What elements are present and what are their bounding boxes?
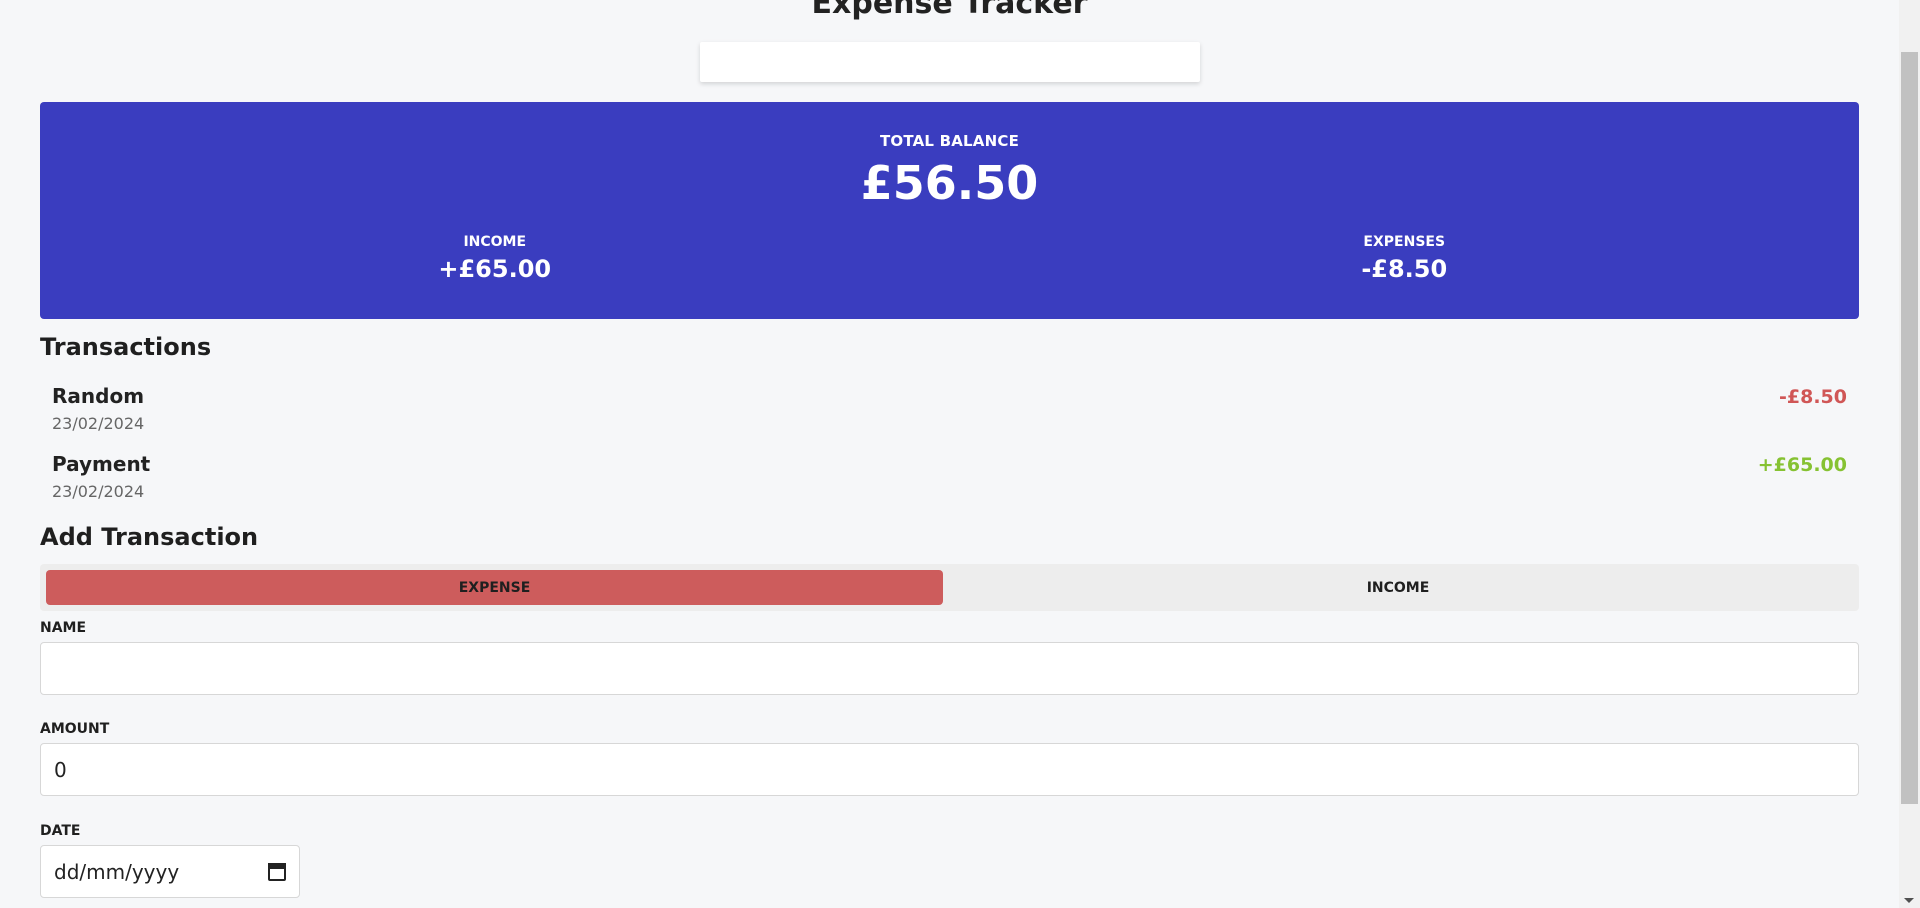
expenses-amount: -£8.50 bbox=[1361, 255, 1448, 283]
calendar-icon[interactable] bbox=[268, 862, 286, 881]
expenses-summary: EXPENSES -£8.50 bbox=[950, 234, 1860, 283]
top-panel bbox=[700, 42, 1200, 82]
income-label: INCOME bbox=[463, 234, 527, 250]
amount-label: AMOUNT bbox=[40, 721, 110, 737]
add-transaction-heading: Add Transaction bbox=[40, 523, 259, 551]
scroll-down-arrow-icon[interactable] bbox=[1904, 898, 1914, 903]
page-title: Expense Tracker bbox=[811, 0, 1088, 21]
income-amount: +£65.00 bbox=[438, 255, 552, 283]
balance-card: TOTAL BALANCE £56.50 INCOME +£65.00 EXPE… bbox=[40, 102, 1859, 319]
transaction-type-toggle: EXPENSE INCOME bbox=[40, 564, 1859, 611]
vertical-scrollbar[interactable] bbox=[1899, 0, 1920, 908]
total-balance-amount: £56.50 bbox=[860, 156, 1039, 210]
expenses-label: EXPENSES bbox=[1363, 234, 1446, 250]
scrollbar-thumb[interactable] bbox=[1901, 52, 1918, 804]
date-input[interactable]: dd/mm/yyyy bbox=[40, 845, 300, 898]
expense-toggle-button[interactable]: EXPENSE bbox=[46, 570, 943, 605]
total-balance-label: TOTAL BALANCE bbox=[879, 132, 1020, 150]
transaction-name: Random bbox=[52, 384, 145, 408]
expense-tracker-page: Expense Tracker TOTAL BALANCE £56.50 INC… bbox=[0, 0, 1920, 908]
income-summary: INCOME +£65.00 bbox=[40, 234, 950, 283]
transactions-heading: Transactions bbox=[40, 333, 212, 361]
date-placeholder: dd/mm/yyyy bbox=[54, 859, 180, 884]
transaction-amount: -£8.50 bbox=[1779, 386, 1847, 408]
name-input[interactable] bbox=[40, 642, 1859, 695]
transaction-date: 23/02/2024 bbox=[52, 482, 145, 501]
income-toggle-button[interactable]: INCOME bbox=[943, 570, 1853, 605]
transaction-date: 23/02/2024 bbox=[52, 414, 145, 433]
transaction-amount: +£65.00 bbox=[1757, 454, 1847, 476]
transaction-row[interactable]: Random 23/02/2024 -£8.50 bbox=[52, 384, 1847, 440]
amount-input[interactable]: 0 bbox=[40, 743, 1859, 796]
name-label: NAME bbox=[40, 620, 87, 636]
transaction-name: Payment bbox=[52, 452, 151, 476]
date-label: DATE bbox=[40, 823, 81, 839]
transaction-row[interactable]: Payment 23/02/2024 +£65.00 bbox=[52, 452, 1847, 508]
